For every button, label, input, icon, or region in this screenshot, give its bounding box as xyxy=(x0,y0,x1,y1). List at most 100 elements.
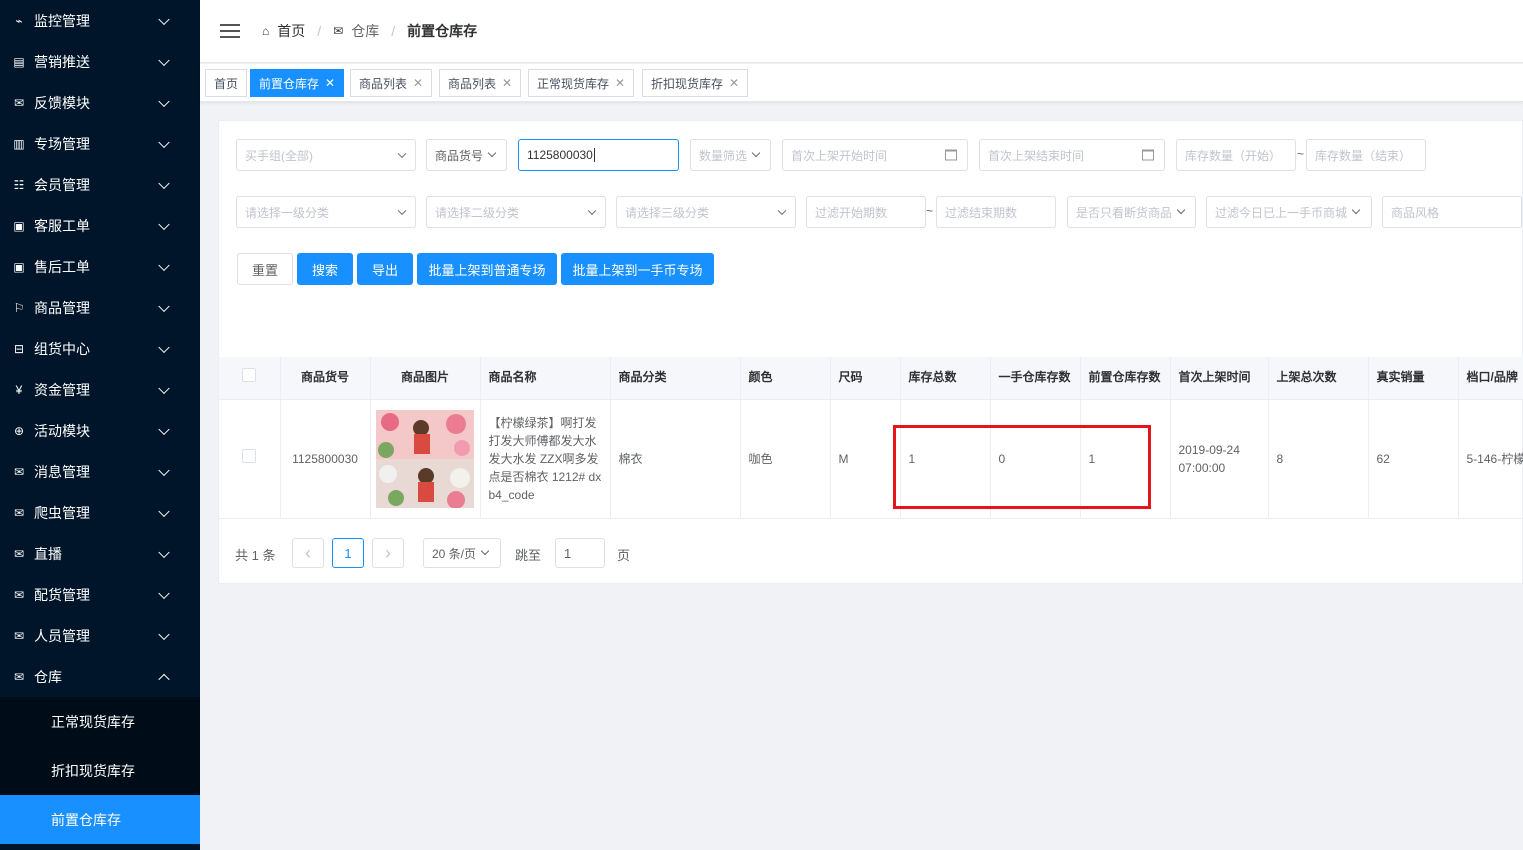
sidebar-item-label: 营销推送 xyxy=(34,53,90,70)
close-icon[interactable]: ✕ xyxy=(502,76,512,90)
tab-front-stock[interactable]: 前置仓库存 ✕ xyxy=(250,69,345,97)
breadcrumb-separator: / xyxy=(391,23,396,39)
cell-name: 【柠檬绿茶】啊打发打发大师傅都发大水发大水发 ZZX啊多发点是否棉衣 1212#… xyxy=(480,399,611,519)
sidebar-subitem-normal-stock[interactable]: 正常现货库存 xyxy=(0,697,200,746)
tab-product-list-1[interactable]: 商品列表 ✕ xyxy=(350,69,433,97)
cell-image xyxy=(370,399,481,519)
first-shelf-start-date[interactable]: 首次上架开始时间 xyxy=(782,139,968,171)
hamburger-menu-icon[interactable] xyxy=(220,24,240,38)
breadcrumb-warehouse[interactable]: ✉ 仓库 xyxy=(333,21,379,41)
select-all-checkbox[interactable] xyxy=(242,368,257,383)
period-end-input[interactable]: 过滤结束期数 xyxy=(936,196,1056,228)
chevron-down-icon xyxy=(1351,205,1361,215)
tab-product-list-2[interactable]: 商品列表 ✕ xyxy=(439,69,522,97)
sidebar-item-11[interactable]: ⊕ 活动模块 xyxy=(0,410,200,451)
col-header-shelf-count: 上架总次数 xyxy=(1268,357,1369,400)
home-icon: ⌂ xyxy=(262,24,270,38)
product-image[interactable] xyxy=(375,409,474,508)
first-shelf-end-date[interactable]: 首次上架结束时间 xyxy=(979,139,1165,171)
reset-button[interactable]: 重置 xyxy=(237,253,293,285)
page-unit-label: 页 xyxy=(617,548,631,563)
card-icon: ▤ xyxy=(13,54,25,69)
search-input[interactable]: 1125800030 xyxy=(518,139,679,171)
sidebar-item-label: 会员管理 xyxy=(34,176,90,193)
sidebar-item-5[interactable]: ☷ 会员管理 xyxy=(0,164,200,205)
sidebar-item-8[interactable]: ⚐ 商品管理 xyxy=(0,287,200,328)
chevron-down-icon xyxy=(480,546,490,556)
sidebar-submenu-warehouse: 正常现货库存 折扣现货库存 前置仓库存 xyxy=(0,697,200,844)
batch-shelf-coin-button[interactable]: 批量上架到一手币专场 xyxy=(561,253,714,285)
sidebar-item-1[interactable]: ⌁ 监控管理 xyxy=(0,0,200,41)
jump-page-input[interactable]: 1 xyxy=(555,538,605,568)
export-button[interactable]: 导出 xyxy=(357,253,413,285)
mail-icon: ✉ xyxy=(13,464,25,479)
prev-page-button[interactable]: ‹ xyxy=(292,538,324,568)
next-page-button[interactable]: › xyxy=(372,538,404,568)
sidebar-item-17[interactable]: ✉ 仓库 xyxy=(0,656,200,697)
col-header-sku: 商品货号 xyxy=(280,357,371,400)
stock-start-input[interactable]: 库存数量（开始） xyxy=(1176,139,1296,171)
sidebar-item-14[interactable]: ✉ 直播 xyxy=(0,533,200,574)
sidebar-subitem-front-stock[interactable]: 前置仓库存 xyxy=(0,795,200,844)
sidebar-item-15[interactable]: ✉ 配货管理 xyxy=(0,574,200,615)
close-icon[interactable]: ✕ xyxy=(729,76,739,90)
sidebar-item-label: 监控管理 xyxy=(34,12,90,29)
main-card: 买手组(全部) 商品货号 1125800030 数量筛选 首次上架开始时间 首次… xyxy=(218,120,1523,584)
tab-discount-stock[interactable]: 折扣现货库存 ✕ xyxy=(642,69,749,97)
search-button[interactable]: 搜索 xyxy=(297,253,353,285)
filter-today-select[interactable]: 过滤今日已上一手币商城 xyxy=(1206,196,1372,228)
col-header-stock-total: 库存总数 xyxy=(900,357,991,400)
quantity-filter-select[interactable]: 数量筛选 xyxy=(690,139,771,171)
sidebar-item-label: 商品管理 xyxy=(34,299,90,316)
search-field-select[interactable]: 商品货号 xyxy=(426,139,507,171)
sidebar-item-7[interactable]: ▣ 售后工单 xyxy=(0,246,200,287)
select-all-checkbox-cell xyxy=(219,357,281,400)
mail-icon: ✉ xyxy=(13,546,25,561)
cell-stock-total: 1 xyxy=(900,399,991,519)
sidebar-item-16[interactable]: ✉ 人员管理 xyxy=(0,615,200,656)
stock-table: 商品货号 商品图片 商品名称 商品分类 颜色 尺码 库存总数 一手仓库存数 前置… xyxy=(219,357,1523,519)
category-level3-select[interactable]: 请选择三级分类 xyxy=(616,196,796,228)
breadcrumb-current: 前置仓库存 xyxy=(407,23,478,39)
only-out-of-stock-select[interactable]: 是否只看断货商品 xyxy=(1067,196,1196,228)
breadcrumb-home[interactable]: ⌂ 首页 xyxy=(262,21,305,41)
cell-color: 咖色 xyxy=(740,399,831,519)
sidebar-item-3[interactable]: ✉ 反馈模块 xyxy=(0,82,200,123)
table-row: 1125800030 【柠檬绿茶】啊打发打发大师傅都发大水发大水发 ZZX啊多发… xyxy=(219,399,1523,519)
category-level2-select[interactable]: 请选择二级分类 xyxy=(426,196,606,228)
sidebar-item-12[interactable]: ✉ 消息管理 xyxy=(0,451,200,492)
sidebar-item-9[interactable]: ⊟ 组货中心 xyxy=(0,328,200,369)
range-separator: ~ xyxy=(1297,147,1305,161)
table-header-row: 商品货号 商品图片 商品名称 商品分类 颜色 尺码 库存总数 一手仓库存数 前置… xyxy=(219,357,1523,400)
tags-view-bar: 首页 前置仓库存 ✕ 商品列表 ✕ 商品列表 ✕ 正常现货库存 ✕ 折扣现货库存 ✕ xyxy=(200,64,1523,102)
page-1-button[interactable]: 1 xyxy=(332,538,364,568)
pagination-total: 共 1 条 xyxy=(235,548,276,563)
sidebar-item-label: 配货管理 xyxy=(34,586,90,603)
sidebar-item-label: 消息管理 xyxy=(34,463,90,480)
tab-normal-stock[interactable]: 正常现货库存 ✕ xyxy=(528,69,635,97)
buyer-group-select[interactable]: 买手组(全部) xyxy=(236,139,416,171)
product-style-input[interactable]: 商品风格 xyxy=(1382,196,1522,228)
category-level1-select[interactable]: 请选择一级分类 xyxy=(236,196,416,228)
sidebar-subitem-discount-stock[interactable]: 折扣现货库存 xyxy=(0,746,200,795)
chevron-down-icon xyxy=(1176,205,1186,215)
page-size-select[interactable]: 20 条/页 xyxy=(423,538,501,568)
sidebar-item-label: 人员管理 xyxy=(34,627,90,644)
col-header-real-sales: 真实销量 xyxy=(1368,357,1459,400)
sidebar-item-4[interactable]: ▥ 专场管理 xyxy=(0,123,200,164)
tab-home[interactable]: 首页 xyxy=(205,69,248,97)
close-icon[interactable]: ✕ xyxy=(325,76,335,90)
period-start-input[interactable]: 过滤开始期数 xyxy=(806,196,926,228)
close-icon[interactable]: ✕ xyxy=(615,76,625,90)
col-header-image: 商品图片 xyxy=(370,357,481,400)
stock-end-input[interactable]: 库存数量（结束） xyxy=(1306,139,1426,171)
sidebar-item-10[interactable]: ¥ 资金管理 xyxy=(0,369,200,410)
mail-icon: ✉ xyxy=(13,628,25,643)
row-checkbox[interactable] xyxy=(242,449,257,463)
inbox-icon: ▣ xyxy=(13,259,25,274)
sidebar-item-2[interactable]: ▤ 营销推送 xyxy=(0,41,200,82)
sidebar-item-6[interactable]: ▣ 客服工单 xyxy=(0,205,200,246)
batch-shelf-normal-button[interactable]: 批量上架到普通专场 xyxy=(417,253,557,285)
close-icon[interactable]: ✕ xyxy=(413,76,423,90)
sidebar-item-13[interactable]: ✉ 爬虫管理 xyxy=(0,492,200,533)
